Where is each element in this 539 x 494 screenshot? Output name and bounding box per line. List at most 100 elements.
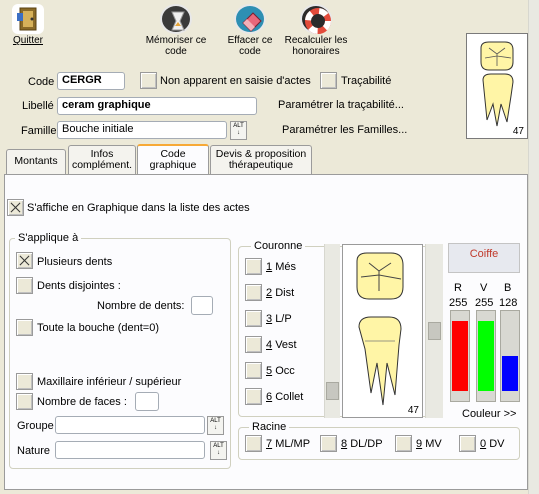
maxillaire-checkbox[interactable] — [16, 373, 33, 390]
racine-text: DV — [489, 438, 505, 450]
code-field[interactable]: CERGR — [57, 72, 125, 90]
racine-label-7: 7 ML/MP — [266, 438, 310, 450]
not-visible-checkbox[interactable] — [140, 72, 157, 89]
tab-infos[interactable]: Infos complément. — [68, 145, 136, 174]
tab-infos-label: Infos complément. — [71, 148, 133, 171]
window-scrollbar[interactable] — [528, 0, 539, 494]
quit-button[interactable]: Quitter — [6, 4, 50, 46]
rgb-slider-green[interactable] — [476, 310, 496, 402]
tab-code-graphique[interactable]: Code graphique — [137, 144, 209, 174]
rgb-label-red: R — [454, 282, 462, 294]
plusieurs-label: Plusieurs dents — [37, 256, 113, 268]
recalc-button[interactable]: Recalculer les honoraires — [280, 4, 352, 57]
tooth-lateral-view-icon — [358, 316, 402, 406]
couronne-num: 1 — [266, 261, 273, 273]
racine-checkbox-0[interactable] — [459, 435, 476, 452]
famille-field[interactable]: Bouche initiale — [57, 121, 227, 139]
color-name-box: Coiffe — [448, 243, 520, 273]
nombre-faces-label: Nombre de faces : — [37, 396, 127, 408]
couleur-link[interactable]: Couleur >> — [462, 408, 516, 420]
eraser-icon — [234, 4, 266, 34]
racine-text: DL/DP — [350, 438, 383, 450]
couronne-num: 6 — [266, 391, 273, 403]
clear-label: Effacer ce code — [227, 35, 273, 57]
famille-alt-button[interactable]: ALT ↓ — [230, 121, 247, 140]
couronne-checkbox-1[interactable] — [245, 258, 262, 275]
tooth-number: 47 — [407, 405, 419, 416]
couronne-checkbox-6[interactable] — [245, 388, 262, 405]
libelle-field[interactable]: ceram graphique — [57, 97, 257, 115]
tooth-scrollbar[interactable] — [425, 244, 443, 418]
rgb-slider-blue[interactable] — [500, 310, 520, 402]
not-visible-label: Non apparent en saisie d'actes — [160, 75, 311, 87]
tab-devis[interactable]: Devis & proposition thérapeutique — [210, 145, 312, 174]
tooth-scroll-thumb[interactable] — [428, 322, 441, 340]
nombre-faces-checkbox[interactable] — [16, 393, 33, 410]
alt-label: ALT — [233, 123, 244, 129]
racine-title: Racine — [249, 421, 290, 433]
nombre-dents-field[interactable] — [191, 296, 213, 315]
param-trace-link[interactable]: Paramétrer la traçabilité... — [278, 99, 404, 111]
couronne-label-5: 5 Occ — [266, 365, 295, 377]
couronne-label-4: 4 Vest — [266, 339, 297, 351]
tab-montants[interactable]: Montants — [6, 149, 66, 174]
recalc-label: Recalculer les honoraires — [284, 35, 348, 57]
applies-title: S'applique à — [15, 232, 82, 244]
applies-group — [9, 238, 231, 469]
clear-button[interactable]: Effacer ce code — [222, 4, 278, 57]
tooth-preview: 47 — [466, 33, 528, 139]
groupe-alt-label: ALT — [210, 418, 221, 424]
left-diagram-scrollbar[interactable] — [324, 244, 340, 418]
racine-checkbox-7[interactable] — [245, 435, 262, 452]
disjointes-checkbox[interactable] — [16, 277, 33, 294]
toute-bouche-checkbox[interactable] — [16, 319, 33, 336]
racine-checkbox-9[interactable] — [395, 435, 412, 452]
quit-label: Quitter — [12, 35, 43, 46]
tab-code-graphique-label: Code graphique — [149, 148, 197, 171]
couronne-text: Més — [275, 261, 296, 273]
rgb-value-red: 255 — [449, 297, 468, 309]
rgb-value-green: 255 — [475, 297, 494, 309]
couronne-text: Occ — [275, 365, 295, 377]
param-famille-link[interactable]: Paramétrer les Familles... — [282, 124, 407, 136]
nombre-dents-label: Nombre de dents: — [97, 300, 185, 312]
plusieurs-checkbox[interactable] — [16, 252, 33, 269]
nature-alt-button[interactable]: ALT ↓ — [210, 441, 227, 460]
libelle-label: Libellé — [22, 100, 54, 112]
nombre-faces-field[interactable] — [135, 392, 159, 411]
couronne-text: Collet — [275, 391, 304, 403]
nature-field[interactable] — [55, 441, 205, 459]
racine-text: ML/MP — [275, 438, 311, 450]
couronne-checkbox-2[interactable] — [245, 284, 262, 301]
racine-num: 9 — [416, 438, 423, 450]
racine-label-9: 9 MV — [416, 438, 442, 450]
couronne-checkbox-5[interactable] — [245, 362, 262, 379]
tab-devis-label: Devis & proposition thérapeutique — [215, 148, 307, 171]
couronne-checkbox-4[interactable] — [245, 336, 262, 353]
racine-label-8: 8 DL/DP — [341, 438, 383, 450]
tooth-preview-number: 47 — [512, 126, 524, 137]
door-icon — [12, 4, 44, 34]
code-label: Code — [28, 76, 55, 88]
racine-num: 7 — [266, 438, 273, 450]
nature-alt-label: ALT — [213, 443, 224, 449]
memorize-button[interactable]: Mémoriser ce code — [140, 4, 212, 57]
racine-checkbox-8[interactable] — [320, 435, 337, 452]
tooth-occlusal-icon — [480, 41, 514, 71]
left-diagram-scroll-thumb[interactable] — [326, 382, 339, 400]
couronne-num: 5 — [266, 365, 273, 377]
racine-num: 8 — [341, 438, 348, 450]
couronne-num: 2 — [266, 287, 273, 299]
rgb-fill-red — [452, 321, 468, 391]
couronne-checkbox-3[interactable] — [245, 310, 262, 327]
memorize-icon — [160, 4, 192, 34]
traceability-checkbox[interactable] — [320, 72, 337, 89]
groupe-field[interactable] — [55, 416, 205, 434]
couronne-label-2: 2 Dist — [266, 287, 294, 299]
groupe-alt-button[interactable]: ALT ↓ — [207, 416, 224, 435]
affiche-checkbox[interactable] — [7, 199, 24, 216]
rgb-slider-red[interactable] — [450, 310, 470, 402]
couronne-label-6: 6 Collet — [266, 391, 303, 403]
lifebuoy-icon — [300, 4, 332, 34]
rgb-fill-green — [478, 321, 494, 391]
